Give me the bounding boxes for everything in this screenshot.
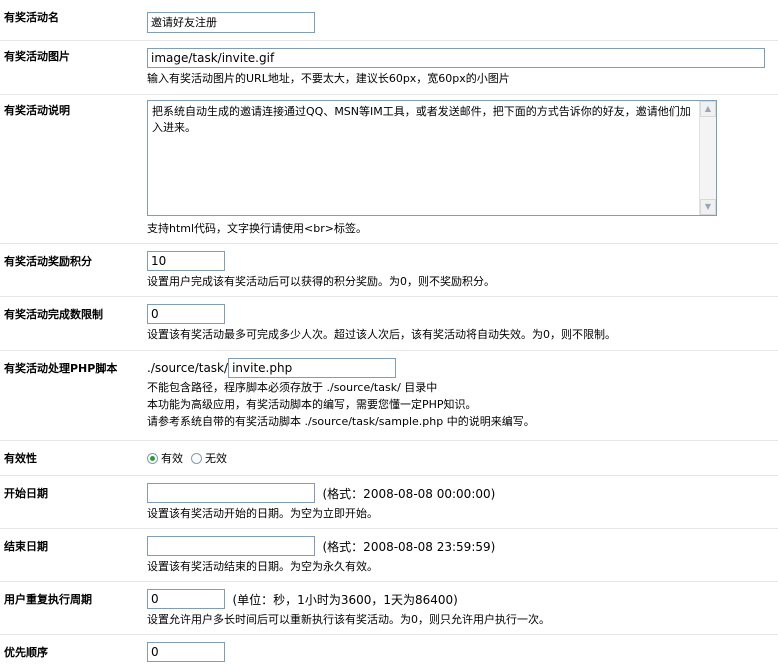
task-image-hint: 输入有奖活动图片的URL地址，不要太大，建议长60px，宽60px的小图片	[147, 72, 510, 85]
available-yes-label[interactable]: 有效	[161, 450, 183, 466]
task-script-label: 有奖活动处理PHP脚本	[4, 362, 118, 375]
task-maxnum-label: 有奖活动完成数限制	[4, 308, 103, 321]
task-name-input[interactable]: 邀请好友注册	[147, 12, 315, 33]
task-script-hint-3: 请参考系统自带的有奖活动脚本 ./source/task/sample.php …	[147, 415, 535, 428]
task-script-prefix: ./source/task/	[147, 361, 229, 375]
task-maxnum-input[interactable]: 0	[147, 304, 225, 324]
task-description-hint: 支持html代码，文字换行请使用<br>标签。	[147, 222, 367, 235]
scroll-down-icon[interactable]: ▼	[700, 199, 716, 215]
row-task-endtime: 结束日期 (格式：2008-08-08 23:59:59) 设置该有奖活动结束的…	[0, 528, 778, 581]
row-task-script: 有奖活动处理PHP脚本 ./source/task/invite.php 不能包…	[0, 350, 778, 440]
task-credit-label: 有奖活动奖励积分	[4, 255, 92, 268]
task-script-hint-2: 本功能为高级应用，有奖活动脚本的编写，需要您懂一定PHP知识。	[147, 398, 477, 411]
textarea-scrollbar[interactable]: ▲ ▼	[699, 101, 716, 215]
task-image-input[interactable]: image/task/invite.gif	[147, 48, 765, 68]
task-credit-hint: 设置用户完成该有奖活动后可以获得的积分奖励。为0，则不奖励积分。	[147, 275, 495, 288]
task-endtime-format: (格式：2008-08-08 23:59:59)	[322, 539, 496, 554]
row-task-available: 有效性 有效 无效	[0, 440, 778, 475]
available-no-label[interactable]: 无效	[205, 450, 227, 466]
task-starttime-label: 开始日期	[4, 487, 48, 500]
row-task-starttime: 开始日期 (格式：2008-08-08 00:00:00) 设置该有奖活动开始的…	[0, 475, 778, 528]
task-starttime-format: (格式：2008-08-08 00:00:00)	[322, 486, 496, 501]
task-starttime-input[interactable]	[147, 483, 315, 503]
row-task-image: 有奖活动图片 image/task/invite.gif 输入有奖活动图片的UR…	[0, 40, 778, 94]
task-maxnum-hint: 设置该有奖活动最多可完成多少人次。超过该人次后，该有奖活动将自动失效。为0，则不…	[147, 328, 616, 341]
row-task-nexttime: 用户重复执行周期 0 (单位：秒，1小时为3600，1天为86400) 设置允许…	[0, 581, 778, 634]
row-task-name: 有奖活动名 邀请好友注册	[0, 0, 778, 40]
task-credit-input[interactable]: 10	[147, 251, 225, 271]
row-task-order: 优先顺序 0	[0, 634, 778, 669]
task-order-input[interactable]: 0	[147, 642, 225, 662]
row-task-credit: 有奖活动奖励积分 10 设置用户完成该有奖活动后可以获得的积分奖励。为0，则不奖…	[0, 243, 778, 296]
task-endtime-label: 结束日期	[4, 540, 48, 553]
task-form: 有奖活动名 邀请好友注册 有奖活动图片 image/task/invite.gi…	[0, 0, 778, 669]
task-description-text: 把系统自动生成的邀请连接通过QQ、MSN等IM工具，或者发送邮件，把下面的方式告…	[152, 105, 691, 134]
task-endtime-hint: 设置该有奖活动结束的日期。为空为永久有效。	[147, 560, 378, 573]
task-order-label: 优先顺序	[4, 646, 48, 659]
scroll-up-icon[interactable]: ▲	[700, 101, 716, 117]
task-description-textarea[interactable]: 把系统自动生成的邀请连接通过QQ、MSN等IM工具，或者发送邮件，把下面的方式告…	[147, 100, 717, 216]
task-image-label: 有奖活动图片	[4, 50, 70, 63]
task-nexttime-unit: (单位：秒，1小时为3600，1天为86400)	[232, 592, 458, 607]
task-nexttime-input[interactable]: 0	[147, 589, 225, 609]
task-endtime-input[interactable]	[147, 536, 315, 556]
row-task-description: 有奖活动说明 把系统自动生成的邀请连接通过QQ、MSN等IM工具，或者发送邮件，…	[0, 94, 778, 243]
task-name-label: 有奖活动名	[4, 11, 59, 24]
task-nexttime-label: 用户重复执行周期	[4, 593, 92, 606]
available-no-radio[interactable]	[191, 452, 202, 464]
task-script-input[interactable]: invite.php	[228, 358, 397, 378]
task-description-label: 有奖活动说明	[4, 104, 70, 117]
task-script-hint-1: 不能包含路径，程序脚本必须存放于 ./source/task/ 目录中	[147, 381, 438, 394]
task-starttime-hint: 设置该有奖活动开始的日期。为空为立即开始。	[147, 507, 378, 520]
task-nexttime-hint: 设置允许用户多长时间后可以重新执行该有奖活动。为0，则只允许用户执行一次。	[147, 613, 550, 626]
task-available-label: 有效性	[4, 452, 37, 465]
available-yes-radio[interactable]	[147, 452, 158, 464]
row-task-maxnum: 有奖活动完成数限制 0 设置该有奖活动最多可完成多少人次。超过该人次后，该有奖活…	[0, 296, 778, 350]
